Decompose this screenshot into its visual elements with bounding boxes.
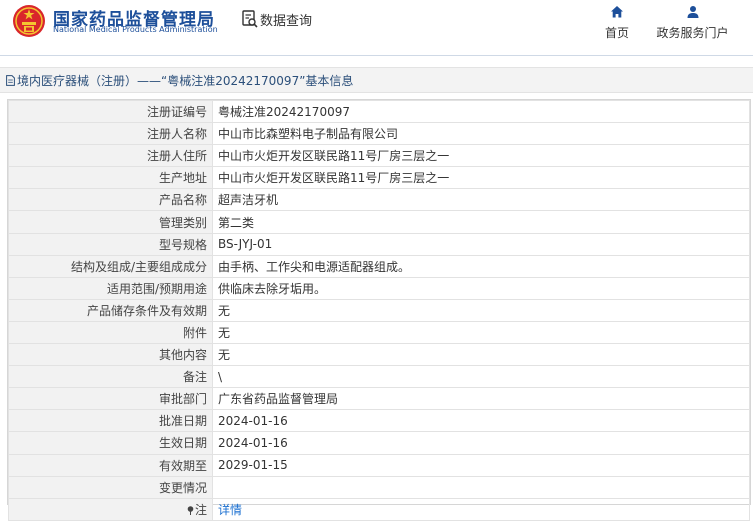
- field-label: 生效日期: [8, 431, 213, 455]
- field-value: 广东省药品监督管理局: [212, 387, 750, 411]
- field-label: 注册人名称: [8, 122, 213, 146]
- field-value: 中山市火炬开发区联民路11号厂房三层之一: [212, 166, 750, 190]
- nav-home-label: 首页: [604, 26, 629, 40]
- field-value: BS-JYJ-01: [212, 232, 750, 256]
- table-row: 型号规格 BS-JYJ-01: [8, 232, 750, 256]
- detail-table-body: 注册证编号 粤械注准20242170097 注册人名称 中山市比森塑料电子制品有限公司…: [8, 99, 750, 499]
- table-row: 备注 \: [8, 365, 750, 389]
- field-value: \: [212, 365, 750, 389]
- table-row: 生效日期 2024-01-16: [8, 431, 750, 455]
- field-label: 变更情况: [8, 475, 213, 499]
- table-row: 产品储存条件及有效期无: [8, 298, 750, 322]
- table-row: 适用范围/预期用途 供临床去除牙垢用。: [8, 276, 750, 300]
- field-value: 无: [212, 320, 750, 345]
- nav-gov-services-label: 政务服务门户: [656, 26, 729, 40]
- field-value: 中山市比森塑料电子制品有限公司: [212, 122, 750, 146]
- field-value: 无: [212, 343, 750, 367]
- field-value: 2024-01-16: [212, 431, 750, 455]
- data-query-title[interactable]: 数据查询: [242, 9, 312, 29]
- table-row: 附件无: [8, 320, 750, 345]
- breadcrumb: 境内医疗器械（注册）——“粤械注准20242170097”基本信息: [6, 72, 353, 89]
- field-value: 供临床去除牙垢用。: [212, 276, 750, 300]
- table-row: 结构及组成/主要组成成分 由手柄、工作尖和电源适配器组成。: [8, 254, 750, 278]
- field-value: 无: [212, 298, 750, 322]
- breadcrumb-bar: 境内医疗器械（注册）——“粤械注准20242170097”基本信息: [0, 67, 753, 93]
- field-label: 产品储存条件及有效期: [8, 298, 213, 322]
- breadcrumb-text: 境内医疗器械（注册）——“粤械注准20242170097”基本信息: [17, 74, 354, 88]
- detail-table-footer: 注 详情: [8, 497, 750, 521]
- field-label: 备注: [8, 365, 213, 389]
- field-value: 超声洁牙机: [212, 188, 750, 212]
- table-row: 生产地址 中山市火炬开发区联民路11号厂房三层之一: [8, 166, 750, 190]
- field-label: 管理类别: [8, 210, 213, 234]
- home-icon: [611, 6, 623, 18]
- field-value: [212, 475, 750, 499]
- field-label: 注册证编号: [8, 99, 213, 124]
- note-value-cell: 详情: [212, 497, 750, 521]
- document-icon: [6, 75, 15, 86]
- field-value: 2024-01-16: [212, 409, 750, 433]
- org-name-english: National Medical Products Administration: [53, 25, 218, 34]
- field-label: 注册人住所: [8, 144, 213, 168]
- nav-gov-services[interactable]: 政务服务门户: [655, 5, 730, 41]
- detail-table: 注册证编号 粤械注准20242170097 注册人名称 中山市比森塑料电子制品有限公司…: [8, 99, 750, 521]
- field-label: 型号规格: [8, 232, 213, 256]
- field-value: 第二类: [212, 210, 750, 234]
- table-row: 注册人住所 中山市火炬开发区联民路11号厂房三层之一: [8, 144, 750, 168]
- field-label: 有效期至: [8, 453, 213, 477]
- user-icon: [687, 6, 698, 18]
- field-value: 2029-01-15: [212, 453, 750, 477]
- field-value: 粤械注准20242170097: [212, 99, 750, 124]
- field-label: 适用范围/预期用途: [8, 276, 213, 300]
- note-key-cell: 注: [8, 497, 213, 521]
- field-value: 由手柄、工作尖和电源适配器组成。: [212, 254, 750, 278]
- table-row: 注册人名称 中山市比森塑料电子制品有限公司: [8, 122, 750, 146]
- field-label: 其他内容: [8, 343, 213, 367]
- data-query-icon: [242, 10, 258, 28]
- field-label: 审批部门: [8, 387, 213, 411]
- details-link[interactable]: 详情: [218, 503, 242, 517]
- table-row: 管理类别 第二类: [8, 210, 750, 234]
- nav-home[interactable]: 首页: [598, 5, 636, 41]
- table-row: 注册证编号 粤械注准20242170097: [8, 99, 750, 124]
- pin-icon: [187, 505, 194, 515]
- field-label: 批准日期: [8, 409, 213, 433]
- data-query-label: 数据查询: [260, 13, 313, 29]
- table-row: 其他内容无: [8, 343, 750, 367]
- table-row: 审批部门 广东省药品监督管理局: [8, 387, 750, 411]
- field-label: 生产地址: [8, 166, 213, 190]
- national-emblem-logo: [13, 5, 45, 37]
- table-row: 批准日期 2024-01-16: [8, 409, 750, 433]
- field-label: 产品名称: [8, 188, 213, 212]
- table-row: 有效期至 2029-01-15: [8, 453, 750, 477]
- field-label: 结构及组成/主要组成成分: [8, 254, 213, 278]
- table-row: 变更情况: [8, 475, 750, 499]
- detail-panel: 注册证编号 粤械注准20242170097 注册人名称 中山市比森塑料电子制品有限公司…: [7, 99, 751, 521]
- field-label: 附件: [8, 320, 213, 345]
- note-key: 注: [194, 502, 207, 517]
- field-value: 中山市火炬开发区联民路11号厂房三层之一: [212, 144, 750, 168]
- site-header: 国家药品监督管理局 National Medical Products Admi…: [0, 0, 753, 56]
- table-row: 产品名称 超声洁牙机: [8, 188, 750, 212]
- table-row: 注 详情: [8, 497, 750, 521]
